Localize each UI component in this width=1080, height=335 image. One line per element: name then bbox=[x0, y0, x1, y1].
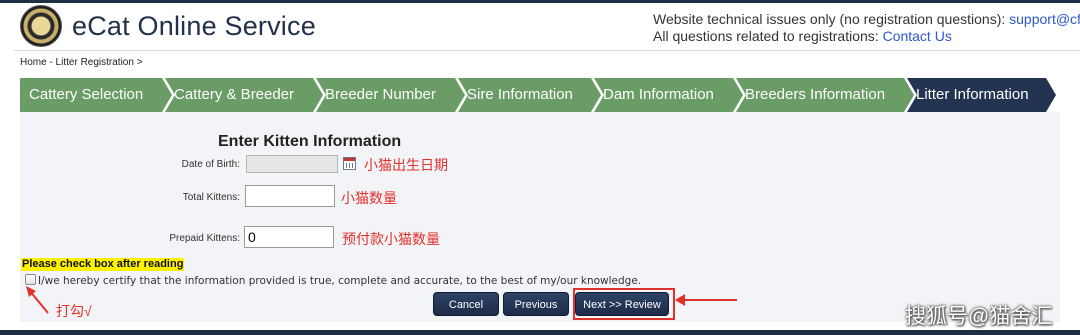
dob-annotation: 小猫出生日期 bbox=[364, 157, 448, 173]
step-sire-information[interactable]: Sire Information bbox=[458, 78, 601, 112]
form-title: Enter Kitten Information bbox=[218, 133, 402, 150]
header-divider bbox=[14, 50, 1080, 51]
support-line: Website technical issues only (no regist… bbox=[653, 11, 1080, 27]
dob-label: Date of Birth: bbox=[181, 159, 240, 170]
check-arrow-icon bbox=[26, 286, 49, 314]
step-breeders-information[interactable]: Breeders Information bbox=[736, 78, 914, 112]
registration-steps: Cattery Selection Cattery & Breeder Bree… bbox=[20, 78, 1060, 112]
step-label: Litter Information bbox=[916, 86, 1029, 103]
app-title: eCat Online Service bbox=[72, 11, 316, 41]
support-email-link[interactable]: support@cfa.c bbox=[1009, 11, 1080, 27]
watermark: 搜狐号@猫舍汇 bbox=[905, 305, 1053, 328]
step-dam-information[interactable]: Dam Information bbox=[594, 78, 743, 112]
calendar-icon[interactable] bbox=[343, 157, 356, 170]
contact-us-link[interactable]: Contact Us bbox=[883, 28, 952, 44]
total-kittens-label: Total Kittens: bbox=[182, 192, 240, 203]
step-label: Cattery Selection bbox=[29, 86, 144, 103]
previous-button[interactable]: Previous bbox=[503, 292, 569, 316]
prepaid-kittens-label: Prepaid Kittens: bbox=[169, 233, 240, 244]
check-annotation: 打勾√ bbox=[56, 303, 92, 319]
total-kittens-input[interactable] bbox=[245, 185, 335, 207]
check-box-warning: Please check box after reading bbox=[21, 258, 185, 271]
total-kittens-annotation: 小猫数量 bbox=[341, 190, 397, 206]
next-button-highlight bbox=[573, 288, 675, 320]
step-cattery-selection[interactable]: Cattery Selection bbox=[20, 78, 172, 112]
step-label: Breeder Number bbox=[325, 86, 436, 103]
step-litter-information[interactable]: Litter Information bbox=[907, 78, 1056, 112]
prepaid-kittens-input[interactable] bbox=[244, 226, 334, 248]
bottom-rule bbox=[0, 330, 1080, 335]
cfa-seal-logo[interactable] bbox=[20, 5, 62, 47]
step-label: Breeders Information bbox=[745, 86, 886, 103]
certify-checkbox[interactable] bbox=[25, 274, 36, 285]
contact-prefix: All questions related to registrations: bbox=[653, 28, 879, 44]
step-label: Sire Information bbox=[467, 86, 573, 103]
form-panel bbox=[20, 112, 1060, 322]
support-prefix: Website technical issues only (no regist… bbox=[653, 11, 1006, 27]
date-of-birth-input[interactable] bbox=[246, 155, 338, 173]
site-header: eCat Online Service Website technical is… bbox=[0, 3, 1080, 51]
contact-line: All questions related to registrations: … bbox=[653, 28, 952, 44]
breadcrumb[interactable]: Home - Litter Registration > bbox=[20, 57, 143, 68]
step-cattery-breeder[interactable]: Cattery & Breeder bbox=[165, 78, 323, 112]
step-label: Dam Information bbox=[603, 86, 714, 103]
step-label: Cattery & Breeder bbox=[174, 86, 295, 103]
prepaid-kittens-annotation: 预付款小猫数量 bbox=[342, 231, 440, 247]
cancel-button[interactable]: Cancel bbox=[433, 292, 499, 316]
step-breeder-number[interactable]: Breeder Number bbox=[316, 78, 465, 112]
pointer-arrow-line bbox=[683, 299, 737, 301]
certification-text: I/we hereby certify that the information… bbox=[38, 275, 642, 287]
